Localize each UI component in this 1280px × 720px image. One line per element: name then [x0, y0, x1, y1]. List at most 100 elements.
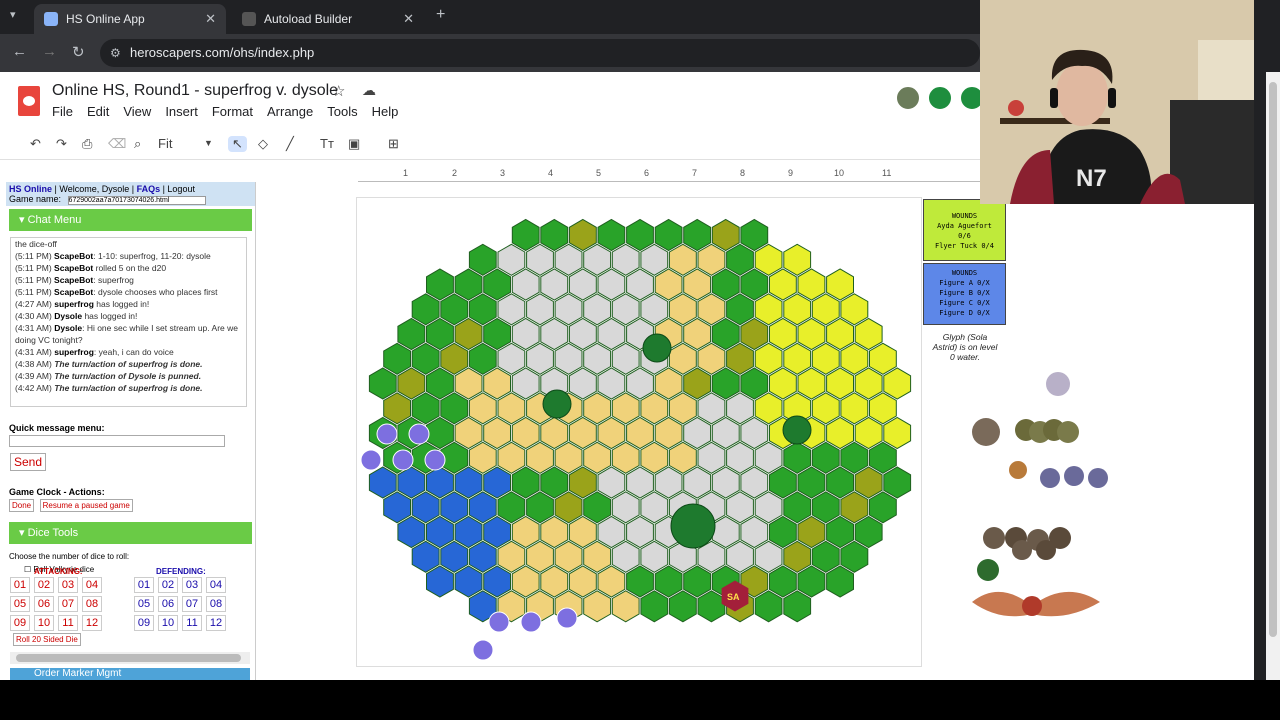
board-hex[interactable] [368, 367, 397, 400]
board-hex[interactable] [454, 416, 483, 450]
board-hex[interactable] [811, 491, 840, 524]
order-marker-header[interactable]: Order Marker Mgmt [10, 668, 250, 680]
board-hex[interactable] [740, 515, 769, 549]
board-hex[interactable] [668, 243, 697, 276]
board-hex[interactable] [740, 218, 769, 252]
board-hex[interactable] [483, 317, 511, 351]
board-hex[interactable] [426, 317, 454, 351]
site-link[interactable]: HS Online [9, 184, 52, 194]
board-hex[interactable] [426, 367, 454, 400]
board-hex[interactable] [554, 441, 583, 474]
start-zone-marker[interactable] [376, 423, 398, 445]
tree-piece[interactable] [782, 415, 812, 445]
board-hex[interactable] [726, 392, 754, 425]
board-hex[interactable] [526, 491, 554, 524]
board-hex[interactable] [583, 491, 612, 524]
board-hex[interactable] [511, 515, 540, 549]
board-hex[interactable] [483, 565, 511, 598]
board-hex[interactable] [383, 392, 411, 425]
tab-close-icon[interactable]: ✕ [403, 11, 414, 27]
board-hex[interactable] [554, 491, 583, 524]
board-hex[interactable] [426, 268, 454, 301]
shape-icon[interactable]: ◇ [258, 136, 268, 152]
board-hex[interactable] [626, 218, 654, 252]
board-hex[interactable] [783, 342, 812, 375]
board-hex[interactable] [483, 515, 511, 549]
board-hex[interactable] [626, 565, 654, 598]
tree-piece[interactable] [542, 389, 572, 419]
board-hex[interactable] [740, 268, 769, 301]
board-hex[interactable] [726, 342, 754, 375]
board-hex[interactable] [711, 268, 740, 301]
board-hex[interactable] [840, 491, 869, 524]
board-hex[interactable] [511, 218, 540, 252]
board-hex[interactable] [654, 466, 683, 499]
board-hex[interactable] [626, 416, 654, 450]
board-hex[interactable] [769, 466, 797, 499]
line-icon[interactable]: ╱ [286, 136, 294, 152]
board-hex[interactable] [811, 342, 840, 375]
board-hex[interactable] [497, 491, 526, 524]
start-zone-marker[interactable] [488, 611, 510, 633]
address-bar[interactable]: ⚙ heroscapers.com/ohs/index.php [100, 39, 980, 67]
board-hex[interactable] [483, 466, 511, 499]
board-hex[interactable] [397, 466, 426, 499]
board-hex[interactable] [597, 466, 626, 499]
board-hex[interactable] [397, 317, 426, 351]
back-icon[interactable]: ← [12, 43, 27, 60]
board-hex[interactable] [440, 491, 469, 524]
paint-format-icon[interactable]: ⌫ [108, 136, 126, 152]
board-hex[interactable] [397, 367, 426, 400]
quick-message-input[interactable] [9, 435, 225, 447]
board-hex[interactable] [468, 441, 497, 474]
board-hex[interactable] [683, 218, 712, 252]
board-hex[interactable] [711, 466, 740, 499]
board-hex[interactable] [440, 293, 469, 326]
resume-game-button[interactable]: Resume a paused game [39, 499, 133, 512]
board-hex[interactable] [754, 590, 783, 623]
tree-piece[interactable] [642, 333, 672, 363]
send-button[interactable]: Send [10, 453, 47, 471]
start-zone-marker[interactable] [424, 449, 446, 471]
board-hex[interactable] [783, 491, 812, 524]
defense-dice-03[interactable]: 03 [182, 577, 202, 593]
board-hex[interactable] [526, 540, 554, 573]
board-hex[interactable] [568, 268, 597, 301]
board-hex[interactable] [411, 293, 440, 326]
tree-piece[interactable] [670, 503, 716, 549]
board-hex[interactable] [454, 268, 483, 301]
defense-dice-08[interactable]: 08 [206, 596, 226, 612]
board-hex[interactable] [626, 367, 654, 400]
defense-dice-09[interactable]: 09 [134, 615, 154, 631]
attack-dice-04[interactable]: 04 [82, 577, 102, 593]
cloud-status-icon[interactable]: ☁ [362, 82, 376, 99]
board-hex[interactable] [468, 293, 497, 326]
avatar[interactable] [927, 85, 953, 111]
board-hex[interactable] [497, 392, 526, 425]
figure-group-bottom[interactable] [972, 527, 1100, 617]
board-hex[interactable] [869, 342, 897, 375]
board-hex[interactable] [854, 466, 883, 499]
board-hex[interactable] [526, 243, 554, 276]
menu-view[interactable]: View [123, 104, 151, 119]
board-hex[interactable] [797, 317, 826, 351]
board-hex[interactable] [654, 416, 683, 450]
board-hex[interactable] [826, 416, 854, 450]
roll-d20-button[interactable]: Roll 20 Sided Die [13, 633, 81, 646]
board-hex[interactable] [797, 367, 826, 400]
tab-search-icon[interactable]: ▾ [10, 8, 16, 21]
board-hex[interactable] [711, 515, 740, 549]
board-hex[interactable] [568, 565, 597, 598]
board-hex[interactable] [397, 515, 426, 549]
start-zone-marker[interactable] [360, 449, 382, 471]
attack-dice-11[interactable]: 11 [58, 615, 78, 631]
attack-dice-10[interactable]: 10 [34, 615, 54, 631]
board-hex[interactable] [597, 416, 626, 450]
board-hex[interactable] [454, 466, 483, 499]
done-button[interactable]: Done [9, 499, 35, 512]
board-hex[interactable] [626, 515, 654, 549]
doc-title[interactable]: Online HS, Round1 - superfrog v. dysole [52, 82, 338, 100]
avatar[interactable] [895, 85, 921, 111]
board-hex[interactable] [797, 466, 826, 499]
zoom-select[interactable]: Fit [158, 136, 172, 151]
